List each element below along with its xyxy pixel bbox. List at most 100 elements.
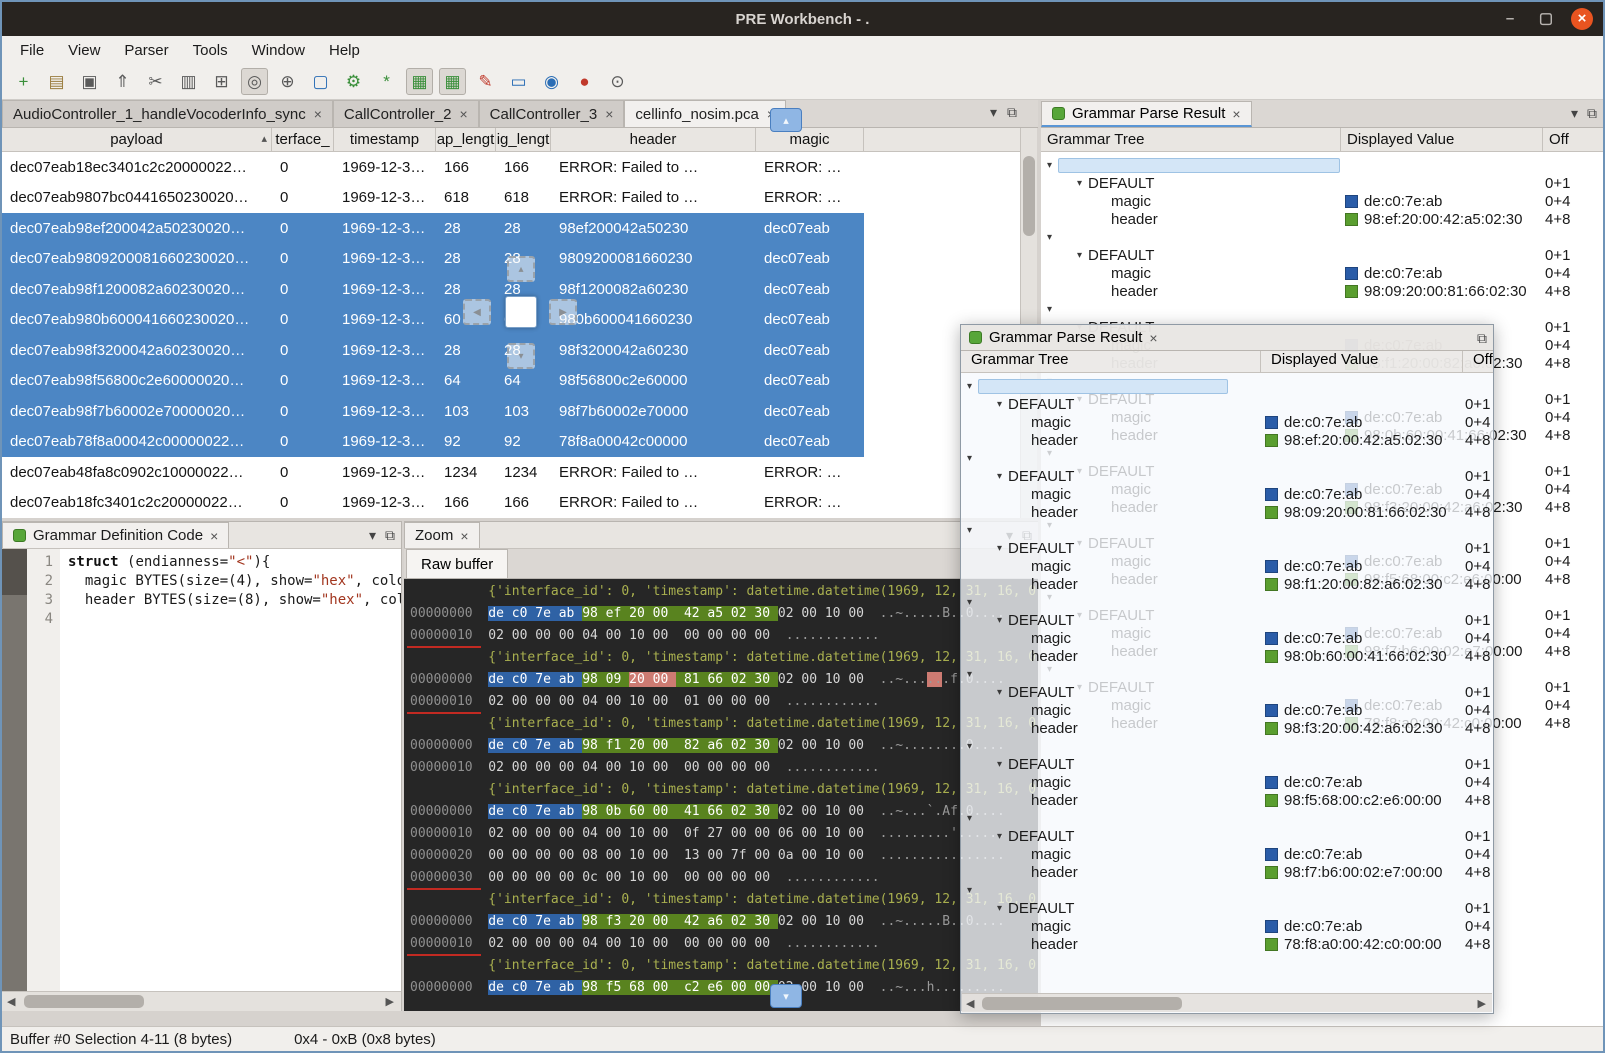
doc-tab[interactable]: CallController_3× — [479, 100, 625, 127]
hex-line[interactable]: 00000010 02 00 00 00 04 00 10 00 00 00 0… — [404, 625, 1038, 647]
tree-row[interactable]: ▾DEFAULT0+1 — [961, 899, 1493, 917]
tree-row[interactable]: ▾ — [961, 449, 1493, 467]
expand-chevron-icon[interactable]: ▾ — [1047, 160, 1052, 171]
menu-file[interactable]: File — [8, 39, 56, 62]
expand-chevron-icon[interactable]: ▾ — [997, 903, 1002, 914]
tree-row[interactable]: ▾ — [961, 377, 1493, 395]
floating-grammar-parse-result[interactable]: Grammar Parse Result × ⧉ Grammar Tree Di… — [960, 324, 1494, 1014]
add-user-icon[interactable]: ⊕ — [274, 68, 301, 95]
inspect-window-icon[interactable]: ◉ — [538, 68, 565, 95]
close-panel-icon[interactable]: × — [460, 528, 468, 544]
grammar-code-titlebar[interactable]: Grammar Definition Code × ▾ ⧉ — [2, 522, 401, 549]
tree-row[interactable]: magicde:c0:7e:ab0+4 — [961, 773, 1493, 791]
code-editor[interactable]: 1234 struct (endianness="<"){ magic BYTE… — [2, 549, 401, 991]
tree-row[interactable]: magicde:c0:7e:ab0+4 — [1041, 264, 1603, 282]
doc-tab[interactable]: cellinfo_nosim.pca× — [624, 100, 786, 127]
grid-view-icon[interactable]: ▦ — [406, 68, 433, 95]
tree-row[interactable]: header98:f5:68:00:c2:e6:00:004+8 — [961, 791, 1493, 809]
hex-line[interactable]: 00000000 de c0 7e ab 98 09 20 00 81 66 0… — [404, 669, 1038, 691]
tab-close-icon[interactable]: × — [314, 106, 322, 122]
grammar-code-tab[interactable]: Grammar Definition Code × — [2, 522, 229, 548]
tree-row[interactable]: header98:ef:20:00:42:a5:02:304+8 — [961, 431, 1493, 449]
expand-chevron-icon[interactable]: ▾ — [997, 471, 1002, 482]
tree-row[interactable]: ▾DEFAULT0+1 — [961, 683, 1493, 701]
tree-row[interactable]: magicde:c0:7e:ab0+4 — [961, 413, 1493, 431]
tree-row[interactable]: header98:0b:60:00:41:66:02:304+8 — [961, 647, 1493, 665]
expand-chevron-icon[interactable]: ▾ — [997, 687, 1002, 698]
raw-buffer-tab[interactable]: Raw buffer — [406, 549, 508, 578]
column-header-offset[interactable]: Off — [1543, 128, 1603, 151]
expand-chevron-icon[interactable]: ▾ — [997, 759, 1002, 770]
tree-row[interactable]: ▾DEFAULT0+1 — [961, 539, 1493, 557]
expand-chevron-icon[interactable]: ▾ — [967, 885, 972, 896]
tree-row[interactable]: magicde:c0:7e:ab0+4 — [961, 917, 1493, 935]
tree-row[interactable]: header98:f1:20:00:82:a6:02:304+8 — [961, 575, 1493, 593]
expand-chevron-icon[interactable]: ▾ — [967, 453, 972, 464]
float-panel-icon[interactable]: ⧉ — [1587, 105, 1597, 122]
expand-chevron-icon[interactable]: ▾ — [1047, 232, 1052, 243]
close-panel-icon[interactable]: × — [210, 528, 218, 544]
tree-row[interactable]: header98:09:20:00:81:66:02:304+8 — [961, 503, 1493, 521]
close-panel-icon[interactable]: × — [1232, 106, 1240, 122]
tree-row[interactable]: header98:ef:20:00:42:a5:02:304+8 — [1041, 210, 1603, 228]
tab-menu-icon[interactable]: ▾ — [990, 104, 997, 121]
column-header-displayed-value[interactable]: Displayed Value — [1261, 351, 1463, 372]
scroll-left-icon[interactable]: ◀ — [966, 997, 974, 1010]
copy-icon[interactable]: ⊞ — [208, 68, 235, 95]
preview-icon[interactable]: ◎ — [241, 68, 268, 95]
column-header-grammar-tree[interactable]: Grammar Tree — [1041, 128, 1341, 151]
table-row[interactable]: dec07eab98f56800c2e60000020…01969-12-3…6… — [2, 366, 1020, 397]
close-panel-icon[interactable]: × — [1149, 330, 1157, 346]
tree-row[interactable]: ▾ — [961, 521, 1493, 539]
hex-line[interactable]: 00000000 de c0 7e ab 98 ef 20 00 42 a5 0… — [404, 603, 1038, 625]
dock-target-left-icon[interactable]: ◀ — [463, 299, 491, 325]
tree-row[interactable]: ▾DEFAULT0+1 — [1041, 246, 1603, 264]
table-row[interactable]: dec07eab18fc3401c2c20000022…01969-12-3…1… — [2, 488, 1020, 519]
hex-line[interactable]: 00000000 de c0 7e ab 98 f3 20 00 42 a6 0… — [404, 911, 1038, 933]
tree-row[interactable]: ▾DEFAULT0+1 — [961, 395, 1493, 413]
expand-chevron-icon[interactable]: ▾ — [997, 615, 1002, 626]
scroll-left-icon[interactable]: ◀ — [7, 995, 15, 1008]
tree-row[interactable]: magicde:c0:7e:ab0+4 — [961, 485, 1493, 503]
dock-target-bottom-icon[interactable]: ▾ — [507, 343, 535, 369]
tree-row[interactable]: ▾ — [961, 809, 1493, 827]
expand-chevron-icon[interactable]: ▾ — [967, 597, 972, 608]
expand-chevron-icon[interactable]: ▾ — [967, 813, 972, 824]
dock-edge-bottom-icon[interactable]: ▾ — [770, 984, 802, 1008]
tree-row[interactable]: ▾DEFAULT0+1 — [961, 611, 1493, 629]
hex-line[interactable]: 00000010 02 00 00 00 04 00 10 00 01 00 0… — [404, 691, 1038, 713]
table-row[interactable]: dec07eab9807bc0441650230020…01969-12-3…6… — [2, 183, 1020, 214]
panel-menu-icon[interactable]: ▾ — [369, 527, 376, 544]
search-icon[interactable]: ⊙ — [604, 68, 631, 95]
tree-row[interactable]: ▾DEFAULT0+1 — [961, 755, 1493, 773]
import-icon[interactable]: ⇑ — [109, 68, 136, 95]
hex-line[interactable]: 00000030 00 00 00 00 0c 00 10 00 00 00 0… — [404, 867, 1038, 889]
scroll-right-icon[interactable]: ▶ — [386, 995, 394, 1008]
hex-dump-view[interactable]: {'interface_id': 0, 'timestamp': datetim… — [404, 579, 1038, 1011]
column-header-grammar-tree[interactable]: Grammar Tree — [961, 351, 1261, 372]
hex-line[interactable]: 00000010 02 00 00 00 04 00 10 00 00 00 0… — [404, 933, 1038, 955]
new-file-icon[interactable]: + — [10, 68, 37, 95]
tree-row[interactable]: header98:f7:b6:00:02:e7:00:004+8 — [961, 863, 1493, 881]
zoom-tab[interactable]: Zoom × — [404, 522, 480, 548]
tree-row[interactable]: header98:09:20:00:81:66:02:304+8 — [1041, 282, 1603, 300]
expand-chevron-icon[interactable]: ▾ — [967, 525, 972, 536]
column-header-displayed-value[interactable]: Displayed Value — [1341, 128, 1543, 151]
float-panel-icon[interactable]: ⧉ — [385, 527, 395, 544]
code-text-area[interactable]: struct (endianness="<"){ magic BYTES(siz… — [60, 549, 401, 991]
tree-row[interactable]: magicde:c0:7e:ab0+4 — [1041, 192, 1603, 210]
open-file-icon[interactable]: ▤ — [43, 68, 70, 95]
tree-row[interactable]: ▾ — [961, 881, 1493, 899]
minimize-button[interactable]: – — [1499, 8, 1521, 30]
column-header-ig_lengt[interactable]: ig_lengt — [496, 128, 551, 151]
expand-chevron-icon[interactable]: ▾ — [1077, 250, 1082, 261]
code-left-scrollbar[interactable] — [2, 549, 27, 991]
column-header-timestamp[interactable]: timestamp — [334, 128, 436, 151]
tab-float-icon[interactable]: ⧉ — [1007, 104, 1017, 121]
tree-row[interactable]: header98:f3:20:00:42:a6:02:304+8 — [961, 719, 1493, 737]
tree-row[interactable]: ▾DEFAULT0+1 — [1041, 174, 1603, 192]
tab-close-icon[interactable]: × — [605, 106, 613, 122]
pin-icon[interactable]: ● — [571, 68, 598, 95]
titlebar[interactable]: PRE Workbench - . – ▢ × — [2, 2, 1603, 36]
expand-chevron-icon[interactable]: ▾ — [997, 399, 1002, 410]
